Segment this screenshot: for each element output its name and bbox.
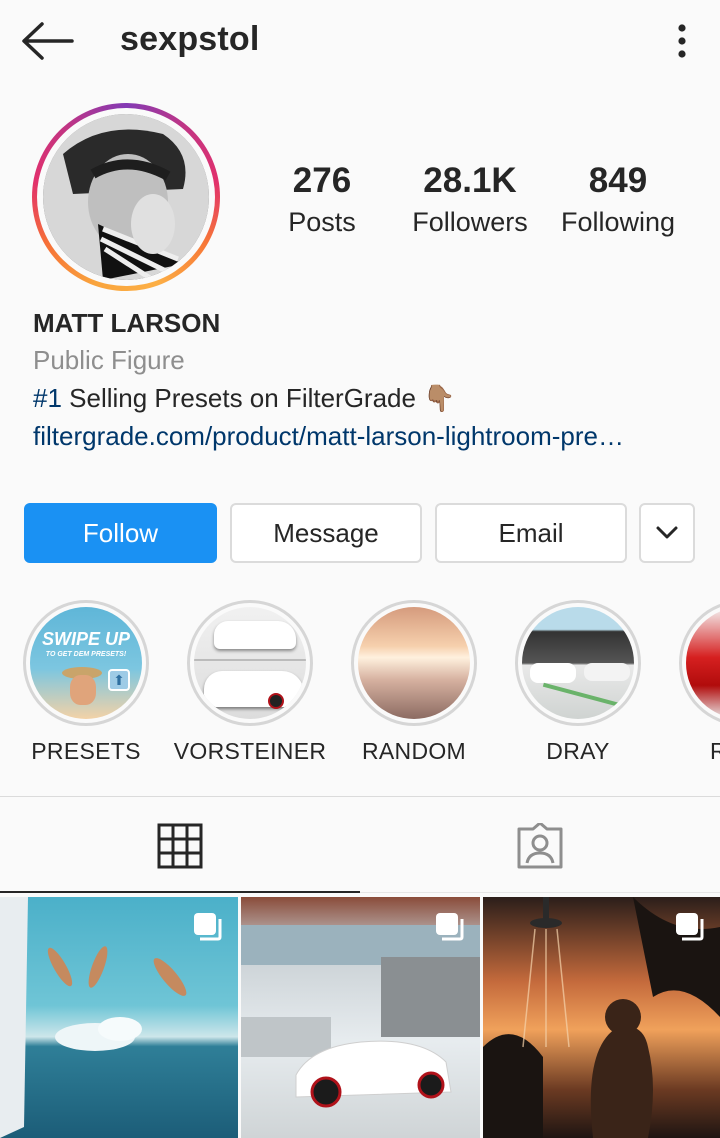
highlight-cover <box>358 607 470 719</box>
posts-label: Posts <box>288 207 356 237</box>
posts-stat[interactable]: 276 Posts <box>284 160 360 240</box>
avatar <box>43 114 209 280</box>
followers-count: 28.1K <box>423 161 517 200</box>
following-stat[interactable]: 849 Following <box>556 160 680 240</box>
profile-page: sexpstol 276 Posts 28.1K Followers 849 F… <box>0 0 720 1138</box>
highlight-label: R <box>710 738 720 764</box>
top-bar: sexpstol <box>0 0 720 84</box>
bio-text: Selling Presets on FilterGrade 👇🏽 <box>61 383 456 413</box>
highlight-cover-subtitle: TO GET DEM PRESETS! <box>45 651 127 658</box>
message-button[interactable]: Message <box>230 503 422 563</box>
grid-icon <box>157 823 203 869</box>
post-thumbnail[interactable] <box>483 897 720 1138</box>
tab-tagged[interactable] <box>360 797 720 893</box>
profile-username: sexpstol <box>120 20 260 58</box>
upload-arrow-icon: ⬆ <box>108 669 130 691</box>
post-thumbnail[interactable] <box>241 897 480 1138</box>
profile-name: MATT LARSON <box>33 308 221 338</box>
highlight-presets[interactable]: SWIPE UP TO GET DEM PRESETS! ⬆ PRESETS <box>6 600 166 765</box>
highlight-vorsteiner[interactable]: VORSTEINER <box>170 600 330 765</box>
back-button[interactable] <box>18 18 78 64</box>
highlight-cover: SWIPE UP TO GET DEM PRESETS! ⬆ <box>30 607 142 719</box>
follow-button[interactable]: Follow <box>24 503 217 563</box>
followers-label: Followers <box>412 207 528 237</box>
highlight-label: VORSTEINER <box>173 738 327 764</box>
multiple-photos-icon <box>194 913 222 941</box>
profile-website-link[interactable]: filtergrade.com/product/matt-larson-ligh… <box>33 421 683 452</box>
following-label: Following <box>560 207 676 237</box>
arrow-left-icon <box>22 22 74 60</box>
profile-bio: #1 Selling Presets on FilterGrade 👇🏽 <box>33 383 456 414</box>
highlight-r[interactable]: R <box>662 600 720 765</box>
profile-category: Public Figure <box>33 345 185 375</box>
multiple-photos-icon <box>436 913 464 941</box>
posts-count: 276 <box>292 161 352 200</box>
email-button[interactable]: Email <box>435 503 627 563</box>
multiple-photos-icon <box>676 913 704 941</box>
chevron-down-icon <box>656 526 678 539</box>
tab-grid[interactable] <box>0 797 360 893</box>
post-thumbnail[interactable] <box>0 897 238 1138</box>
more-options-button[interactable] <box>664 18 700 64</box>
tagged-person-icon <box>517 823 563 869</box>
highlight-cover-title: SWIPE UP <box>41 629 130 649</box>
bio-hashtag[interactable]: #1 <box>33 383 62 413</box>
suggested-accounts-button[interactable] <box>639 503 695 563</box>
highlight-label: RANDOM <box>361 738 467 764</box>
highlight-label: PRESETS <box>31 738 141 764</box>
highlight-cover <box>686 607 720 719</box>
highlight-label: DRAY <box>546 738 610 764</box>
followers-stat[interactable]: 28.1K Followers <box>406 160 534 240</box>
following-count: 849 <box>588 161 648 200</box>
more-vertical-icon <box>678 24 686 58</box>
story-ring[interactable] <box>32 103 220 291</box>
highlight-dray[interactable]: DRAY <box>498 600 658 765</box>
highlight-cover <box>194 607 306 719</box>
highlight-cover <box>522 607 634 719</box>
highlight-random[interactable]: RANDOM <box>334 600 494 765</box>
